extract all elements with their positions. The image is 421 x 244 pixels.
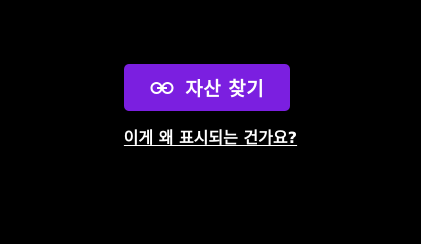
find-asset-button[interactable]: 자산 찾기 — [124, 64, 290, 111]
find-asset-button-label: 자산 찾기 — [185, 78, 265, 100]
why-shown-help-link[interactable]: 이게 왜 표시되는 건가요? — [0, 124, 421, 148]
link-icon — [149, 80, 175, 96]
dialog-panel: 자산 찾기 이게 왜 표시되는 건가요? — [0, 0, 421, 244]
